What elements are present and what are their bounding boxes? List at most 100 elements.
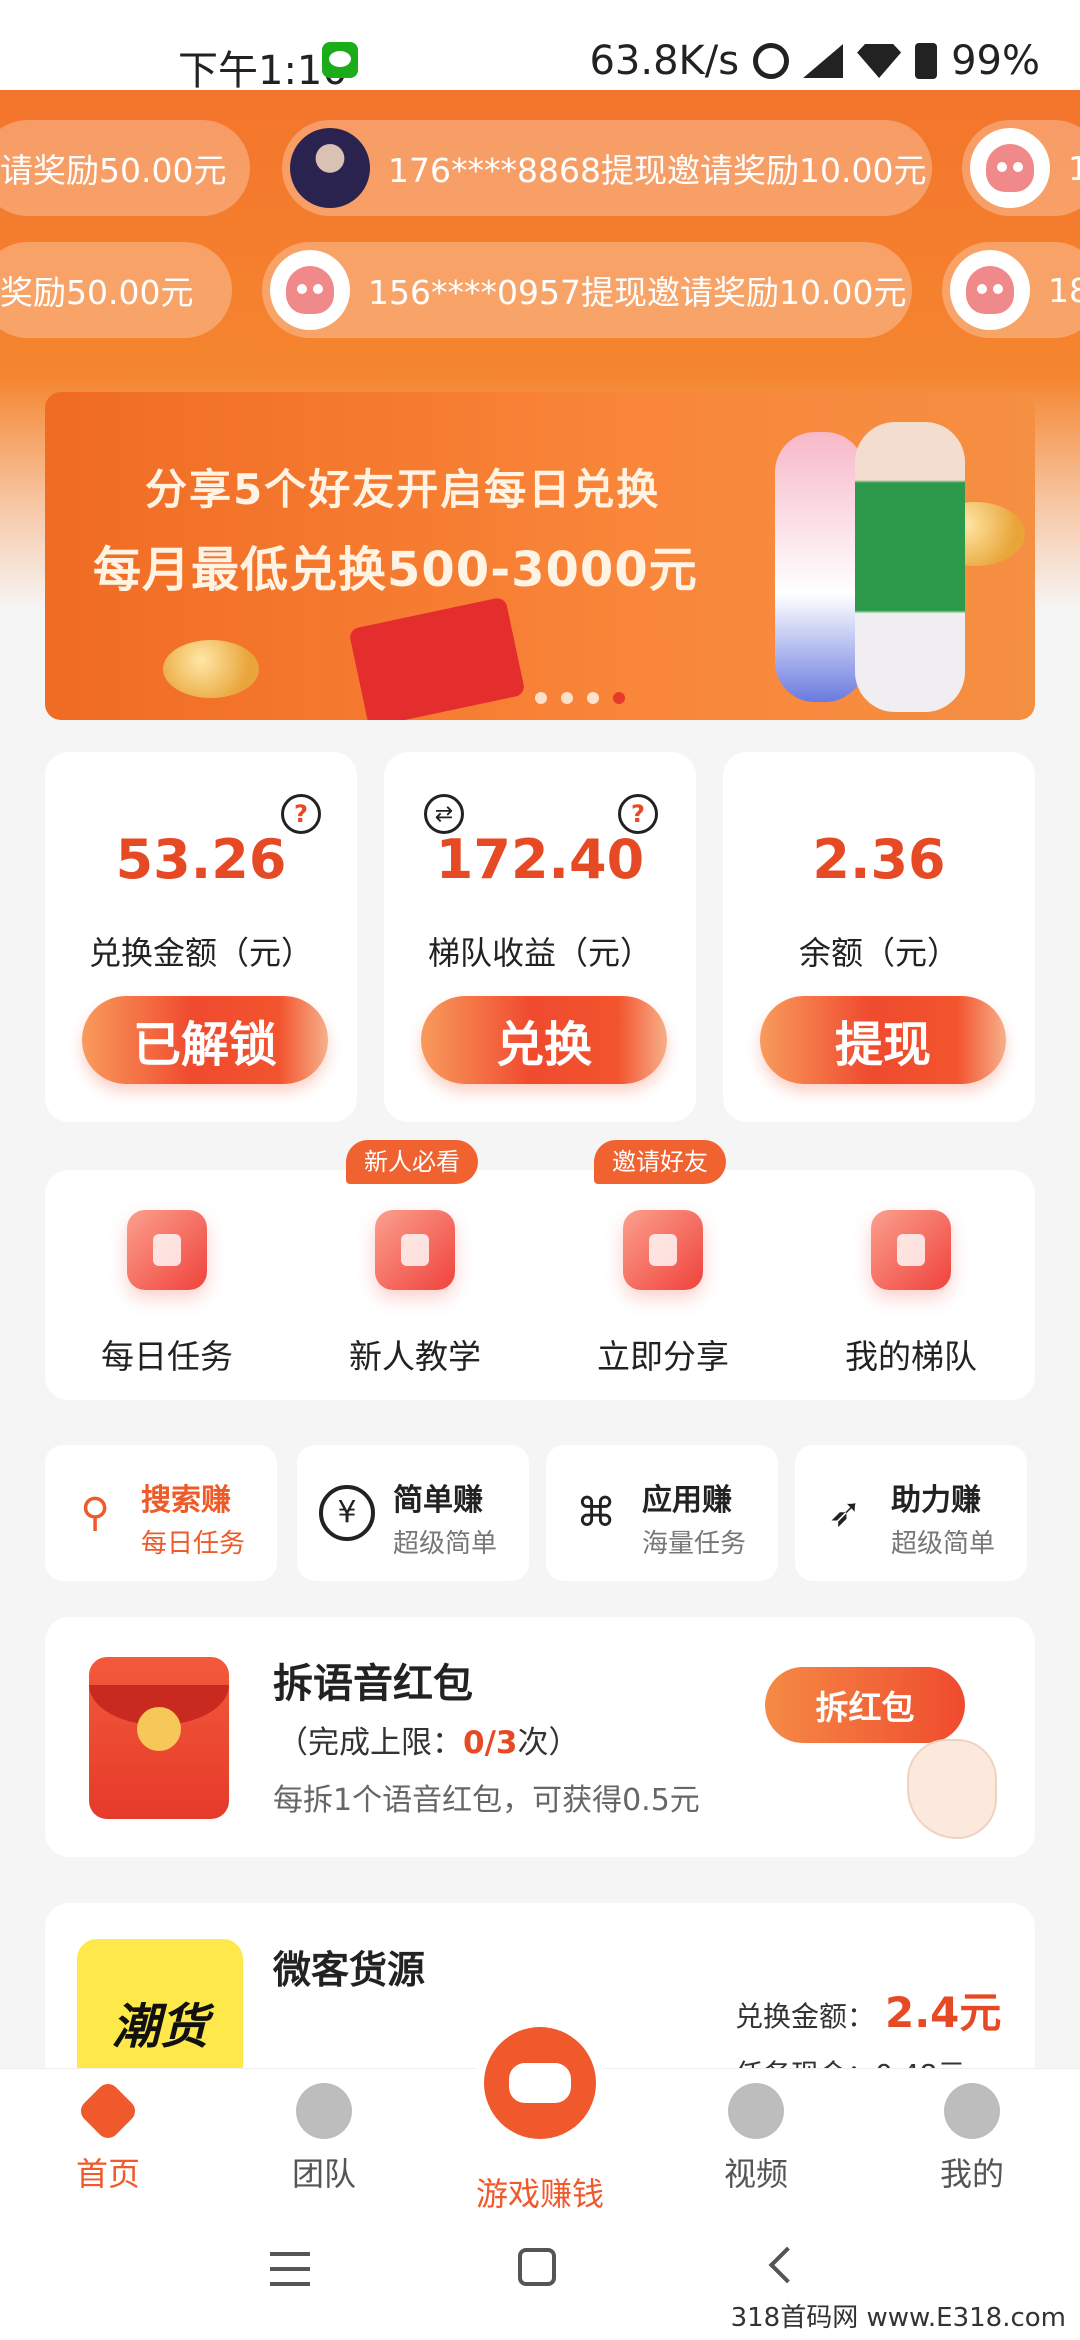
product-exchange-label: 兑换金额： (735, 2000, 876, 2033)
apps-icon: ⌘ (576, 1490, 616, 1536)
status-indicators: 63.8K/s 99% (589, 38, 1040, 84)
chip-subtitle: 超级简单 (891, 1529, 996, 1559)
exchange-amount-card: ? 53.26 兑换金额（元） 已解锁 (45, 752, 357, 1122)
quick-item-label: 新人教学 (349, 1337, 481, 1376)
menu-icon[interactable] (270, 2252, 310, 2286)
octopus-icon (986, 144, 1034, 192)
chip-subtitle: 超级简单 (393, 1529, 498, 1559)
watermark: 318首码网 www.E318.com (724, 2295, 1072, 2336)
unlocked-button[interactable]: 已解锁 (82, 996, 328, 1084)
carousel-dot[interactable] (561, 692, 573, 704)
withdraw-button[interactable]: 提现 (760, 996, 1006, 1084)
ticker-text: 请奖励50.00元 (0, 151, 227, 190)
rocket-icon: ➶ (828, 1490, 862, 1536)
document-icon (375, 1210, 455, 1290)
pointing-hand-icon (907, 1739, 997, 1839)
tab-home[interactable]: 首页 (28, 2079, 188, 2195)
carousel-dot[interactable] (535, 692, 547, 704)
coin-icon (163, 640, 259, 698)
chip-title: 搜索赚 (141, 1483, 231, 1518)
tab-team[interactable]: 团队 (244, 2083, 404, 2195)
quick-item-label: 每日任务 (101, 1337, 233, 1376)
red-packet-icon (89, 1657, 229, 1819)
user-avatar (950, 250, 1030, 330)
tab-label: 首页 (75, 2155, 140, 2193)
ticker-text: 奖励50.00元 (0, 273, 194, 312)
back-icon[interactable] (768, 2246, 806, 2284)
bottom-tab-bar: 首页 团队 游戏赚钱 视频 我的 (0, 2027, 1080, 2213)
wechat-notification-icon (322, 42, 358, 78)
voice-red-packet-card: 拆语音红包 （完成上限：0/3次） 每拆1个语音红包，可获得0.5元 拆红包 (45, 1617, 1035, 1857)
profile-icon (944, 2083, 1000, 2139)
quick-item-tutorial[interactable]: 新人教学 (315, 1210, 515, 1378)
network-speed: 63.8K/s (589, 38, 740, 84)
tab-game-earn[interactable] (484, 2027, 596, 2139)
promo-banner[interactable]: 分享5个好友开启每日兑换 每月最低兑换500-3000元 (45, 392, 1035, 720)
balance-label: 余额（元） (798, 934, 959, 972)
ticker-item: 请奖励50.00元 (0, 120, 250, 216)
chip-subtitle: 每日任务 (141, 1529, 246, 1559)
tab-label: 我的 (939, 2155, 1004, 2193)
balance-card: 2.36 余额（元） 提现 (723, 752, 1035, 1122)
ticker-item: 176****8868提现邀请奖励10.00元 (282, 120, 932, 216)
ticker-item: 1 (962, 120, 1080, 216)
character-illustration (855, 422, 965, 712)
ticker-item: 156****0957提现邀请奖励10.00元 (262, 242, 912, 338)
packet-title: 拆语音红包 (273, 1661, 473, 1707)
exchange-amount-label: 兑换金额（元） (88, 934, 313, 972)
packet-limit-suffix: 次） (517, 1725, 580, 1761)
banner-headline: 分享5个好友开启每日兑换 (145, 465, 661, 514)
product-exchange-value: 2.4元 (885, 1988, 1002, 2037)
quick-item-my-team[interactable]: 我的梯队 (811, 1210, 1011, 1378)
tab-label: 视频 (723, 2155, 788, 2193)
alarm-icon (753, 43, 790, 79)
invite-friends-tag: 邀请好友 (594, 1140, 726, 1184)
play-icon (127, 1210, 207, 1290)
category-search-earn[interactable]: ⚲ 搜索赚 每日任务 (45, 1445, 277, 1581)
team-icon (871, 1210, 951, 1290)
category-boost-earn[interactable]: ➶ 助力赚 超级简单 (795, 1445, 1027, 1581)
open-red-packet-button[interactable]: 拆红包 (765, 1667, 965, 1743)
exchange-button[interactable]: 兑换 (421, 996, 667, 1084)
red-envelope-image (348, 596, 526, 720)
search-icon: ⚲ (80, 1490, 110, 1536)
balance-value: 2.36 (812, 828, 946, 891)
team-icon (296, 2083, 352, 2139)
quick-menu: 每日任务 新人教学 立即分享 我的梯队 (45, 1170, 1035, 1400)
ticker-item: 18 (942, 242, 1080, 338)
tab-profile[interactable]: 我的 (892, 2083, 1052, 2195)
tab-label: 团队 (291, 2155, 356, 2193)
quick-item-daily-tasks[interactable]: 每日任务 (67, 1210, 267, 1378)
chip-subtitle: 海量任务 (642, 1529, 747, 1559)
system-nav-bar: 318首码网 www.E318.com (0, 2210, 1080, 2340)
carousel-dot-active[interactable] (613, 692, 625, 704)
battery-level: 99% (951, 38, 1040, 84)
home-button-icon[interactable] (518, 2248, 556, 2286)
home-icon (76, 2079, 140, 2143)
category-app-earn[interactable]: ⌘ 应用赚 海量任务 (546, 1445, 778, 1581)
ticker-text: 1 (1068, 148, 1080, 188)
gamepad-icon (509, 2063, 571, 2103)
character-illustration (775, 432, 865, 702)
banner-subheadline: 每月最低兑换500-3000元 (93, 542, 698, 598)
packet-limit-count: 0/3 (463, 1725, 518, 1761)
carousel-dot[interactable] (587, 692, 599, 704)
tab-label[interactable]: 游戏赚钱 (420, 2169, 660, 2215)
exchange-amount-value: 53.26 (115, 828, 287, 891)
octopus-icon (966, 266, 1014, 314)
team-earnings-card: ⇄ ? 172.40 梯队收益（元） 兑换 (384, 752, 696, 1122)
chip-title: 助力赚 (891, 1483, 981, 1518)
quick-item-label: 立即分享 (597, 1337, 729, 1376)
user-avatar (970, 128, 1050, 208)
quick-item-share[interactable]: 立即分享 (563, 1210, 763, 1378)
user-avatar (270, 250, 350, 330)
octopus-icon (286, 266, 334, 314)
packet-limit: （完成上限：0/3次） (277, 1717, 579, 1762)
tab-video[interactable]: 视频 (676, 2083, 836, 2195)
ticker-text: 176****8868提现邀请奖励10.00元 (388, 151, 927, 190)
chip-title: 应用赚 (642, 1483, 732, 1518)
product-name: 微客货源 (273, 1948, 426, 1992)
quick-item-label: 我的梯队 (845, 1337, 977, 1376)
category-simple-earn[interactable]: ¥ 简单赚 超级简单 (297, 1445, 529, 1581)
status-bar: 下午1:10 63.8K/s 99% (0, 0, 1080, 94)
